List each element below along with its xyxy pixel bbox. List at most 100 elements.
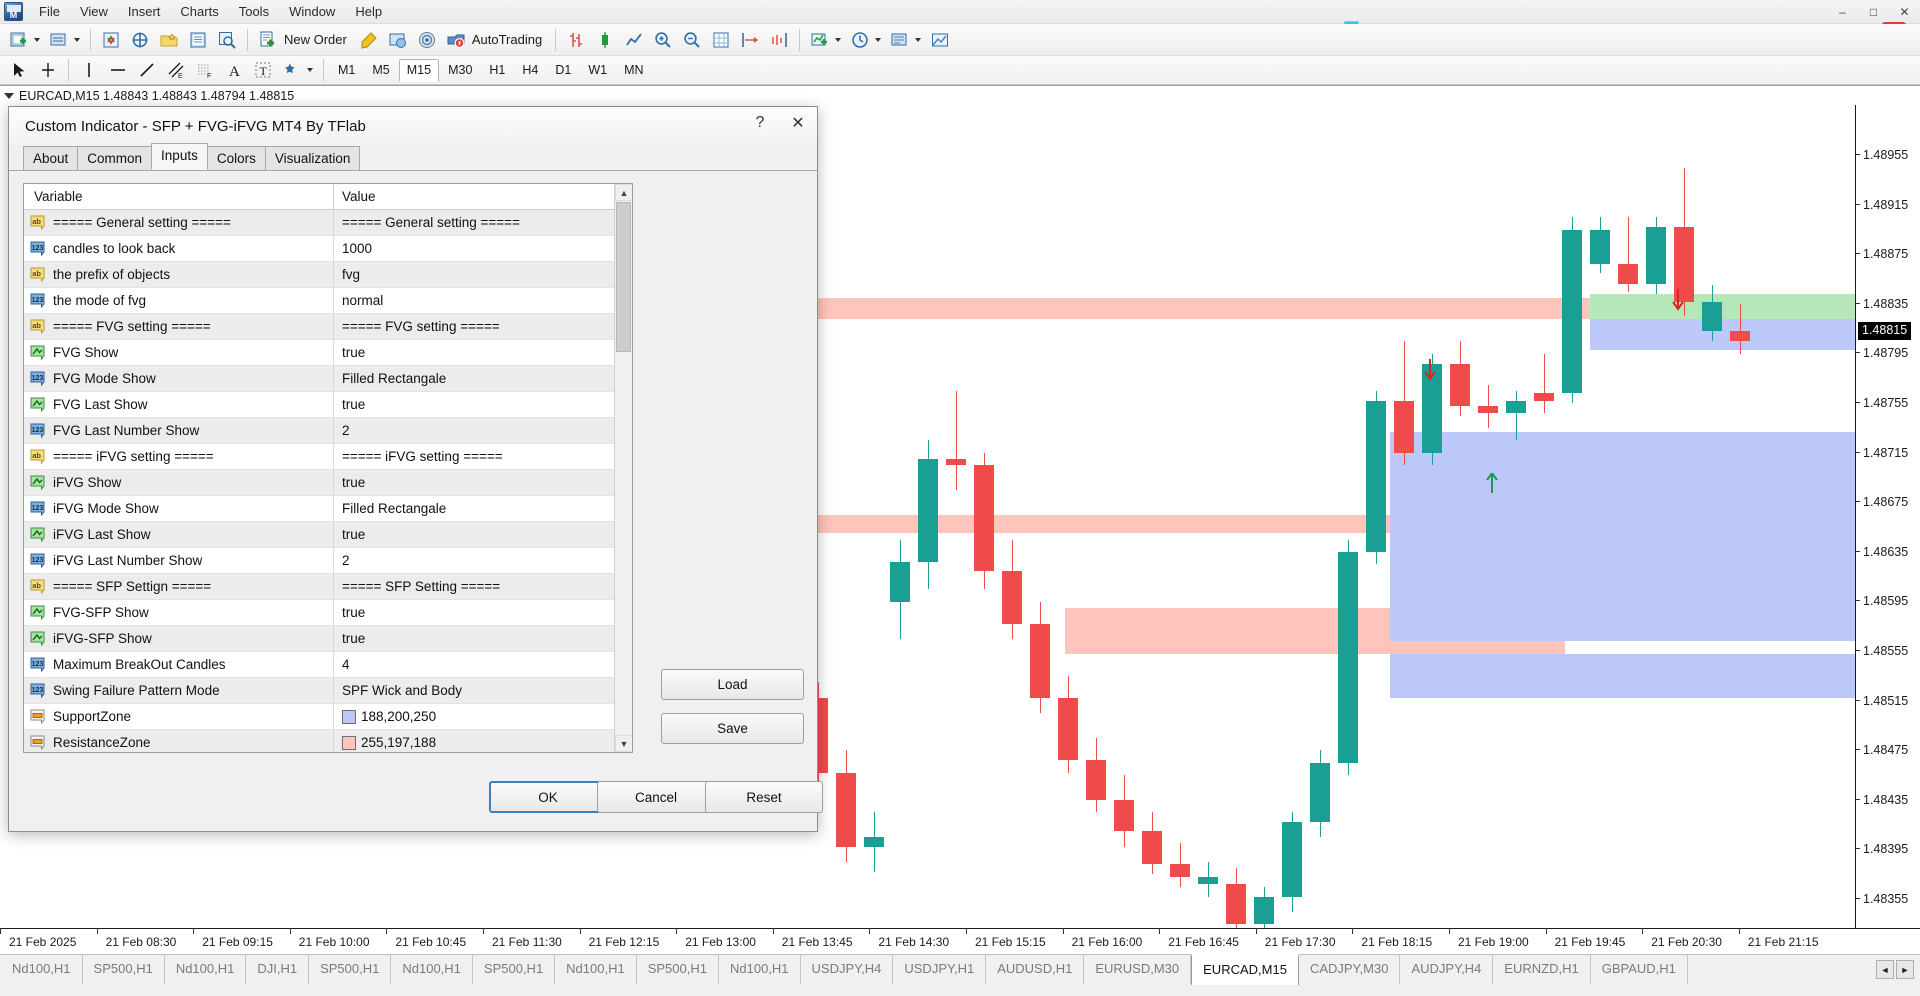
inputs-grid-row[interactable]: 123FVG Last Number Show2 <box>24 418 614 444</box>
terminal-button[interactable] <box>184 27 212 53</box>
crosshair-tool[interactable] <box>34 57 62 83</box>
grid-cell-value[interactable]: 2 <box>334 423 614 438</box>
menu-window[interactable]: Window <box>279 1 345 23</box>
text-label-tool[interactable]: T <box>249 57 277 83</box>
vertical-line-tool[interactable] <box>75 57 103 83</box>
inputs-grid-row[interactable]: ResistanceZone255,197,188 <box>24 730 614 752</box>
menu-view[interactable]: View <box>70 1 118 23</box>
menu-tools[interactable]: Tools <box>229 1 279 23</box>
inputs-grid[interactable]: Variable Value ab===== General setting =… <box>23 183 633 753</box>
bar-chart-button[interactable] <box>562 27 590 53</box>
inputs-grid-row[interactable]: 123iFVG Mode ShowFilled Rectangale <box>24 496 614 522</box>
grid-vertical-scrollbar[interactable]: ▲ ▼ <box>614 184 632 752</box>
price-axis[interactable]: 1.489551.489151.488751.488351.487951.487… <box>1855 105 1920 928</box>
grid-cell-value[interactable]: true <box>334 475 614 490</box>
inputs-grid-scroll-region[interactable]: Variable Value ab===== General setting =… <box>24 184 614 752</box>
symbol-tab[interactable]: CADJPY,M30 <box>1299 955 1401 984</box>
custom-indicator-dialog[interactable]: Custom Indicator - SFP + FVG-iFVG MT4 By… <box>8 106 818 832</box>
inputs-grid-row[interactable]: 123FVG Mode ShowFilled Rectangale <box>24 366 614 392</box>
dialog-tab-common[interactable]: Common <box>77 146 152 170</box>
indicators-button[interactable] <box>806 27 845 53</box>
save-button[interactable]: Save <box>661 713 804 744</box>
ok-button[interactable]: OK <box>489 781 607 813</box>
symbol-tab[interactable]: SP500,H1 <box>637 955 719 984</box>
grid-cell-value[interactable]: 188,200,250 <box>334 709 614 724</box>
symbol-tab[interactable]: USDJPY,H4 <box>801 955 894 984</box>
timeframe-m30[interactable]: M30 <box>440 59 480 82</box>
shapes-tool[interactable] <box>278 57 317 83</box>
help-button[interactable]: ? <box>741 107 779 139</box>
symbol-tab[interactable]: Nd100,H1 <box>719 955 801 984</box>
menu-help[interactable]: Help <box>345 1 392 23</box>
timeframe-d1[interactable]: D1 <box>547 59 579 82</box>
timeframe-m15[interactable]: M15 <box>399 59 439 82</box>
scrollbar-thumb[interactable] <box>616 202 631 352</box>
dialog-tab-visualization[interactable]: Visualization <box>265 146 361 170</box>
symbol-tab[interactable]: AUDUSD,H1 <box>986 955 1084 984</box>
grid-cell-value[interactable]: true <box>334 345 614 360</box>
inputs-grid-row[interactable]: 123Maximum BreakOut Candles4 <box>24 652 614 678</box>
inputs-grid-row[interactable]: FVG Last Showtrue <box>24 392 614 418</box>
timeframe-w1[interactable]: W1 <box>580 59 615 82</box>
timeframe-m5[interactable]: M5 <box>364 59 397 82</box>
grid-cell-value[interactable]: 2 <box>334 553 614 568</box>
symbol-tab[interactable]: Nd100,H1 <box>165 955 247 984</box>
reset-button[interactable]: Reset <box>705 781 823 813</box>
dialog-tab-about[interactable]: About <box>23 146 78 170</box>
auto-scroll-button[interactable] <box>765 27 793 53</box>
metaeditor-button[interactable] <box>355 27 383 53</box>
autotrading-button[interactable]: AutoTrading <box>442 27 549 53</box>
timeframe-h4[interactable]: H4 <box>514 59 546 82</box>
navigator-button[interactable] <box>155 27 183 53</box>
symbol-tab[interactable]: EURUSD,M30 <box>1084 955 1191 984</box>
expert-advisors-button[interactable] <box>384 27 412 53</box>
inputs-grid-row[interactable]: ab===== SFP Settign ========== SFP Setti… <box>24 574 614 600</box>
inputs-grid-row[interactable]: ab===== iFVG setting ========== iFVG set… <box>24 444 614 470</box>
load-button[interactable]: Load <box>661 669 804 700</box>
symbol-tab[interactable]: Nd100,H1 <box>1 955 83 984</box>
scroll-down-button[interactable]: ▼ <box>615 735 633 752</box>
objects-list-button[interactable] <box>926 27 954 53</box>
cursor-tool[interactable] <box>5 57 33 83</box>
grid-cell-value[interactable]: true <box>334 605 614 620</box>
new-order-button[interactable]: New Order <box>254 27 354 53</box>
zoom-out-button[interactable] <box>678 27 706 53</box>
symbol-tab[interactable]: DJI,H1 <box>246 955 309 984</box>
inputs-grid-row[interactable]: ab===== General setting ========== Gener… <box>24 210 614 236</box>
grid-cell-value[interactable]: ===== iFVG setting ===== <box>334 449 614 464</box>
grid-cell-value[interactable]: normal <box>334 293 614 308</box>
strategy-tester-button[interactable] <box>213 27 241 53</box>
grid-cell-value[interactable]: ===== SFP Setting ===== <box>334 579 614 594</box>
inputs-grid-row[interactable]: FVG Showtrue <box>24 340 614 366</box>
chart-shift-button[interactable] <box>736 27 764 53</box>
grid-cell-value[interactable]: ===== General setting ===== <box>334 215 614 230</box>
symbol-tab[interactable]: Nd100,H1 <box>391 955 473 984</box>
symbol-tab[interactable]: SP500,H1 <box>473 955 555 984</box>
close-button[interactable]: ✕ <box>1889 0 1920 24</box>
menu-insert[interactable]: Insert <box>118 1 171 23</box>
symbol-tab[interactable]: USDJPY,H1 <box>893 955 986 984</box>
templates-button[interactable] <box>886 27 925 53</box>
menu-file[interactable]: File <box>29 1 70 23</box>
cancel-button[interactable]: Cancel <box>597 781 715 813</box>
tab-scroll-left-button[interactable]: ◄ <box>1876 960 1894 979</box>
inputs-grid-row[interactable]: iFVG Last Showtrue <box>24 522 614 548</box>
timeframe-m1[interactable]: M1 <box>330 59 363 82</box>
equidistant-channel-tool[interactable]: E <box>162 57 190 83</box>
maximize-button[interactable]: □ <box>1858 0 1889 24</box>
inputs-grid-row[interactable]: 123the mode of fvgnormal <box>24 288 614 314</box>
minimize-button[interactable]: – <box>1827 0 1858 24</box>
symbol-tab-active[interactable]: EURCAD,M15 <box>1191 954 1299 985</box>
grid-cell-value[interactable]: ===== FVG setting ===== <box>334 319 614 334</box>
inputs-grid-row[interactable]: FVG-SFP Showtrue <box>24 600 614 626</box>
dialog-tab-colors[interactable]: Colors <box>207 146 266 170</box>
fibonacci-tool[interactable]: F <box>191 57 219 83</box>
inputs-grid-row[interactable]: 123iFVG Last Number Show2 <box>24 548 614 574</box>
inputs-grid-row[interactable]: iFVG Showtrue <box>24 470 614 496</box>
grid-cell-value[interactable]: fvg <box>334 267 614 282</box>
symbol-tab[interactable]: SP500,H1 <box>83 955 165 984</box>
candlestick-chart-button[interactable] <box>591 27 619 53</box>
tab-scroll-right-button[interactable]: ► <box>1896 960 1914 979</box>
grid-button[interactable] <box>707 27 735 53</box>
color-swatch[interactable] <box>342 736 356 750</box>
